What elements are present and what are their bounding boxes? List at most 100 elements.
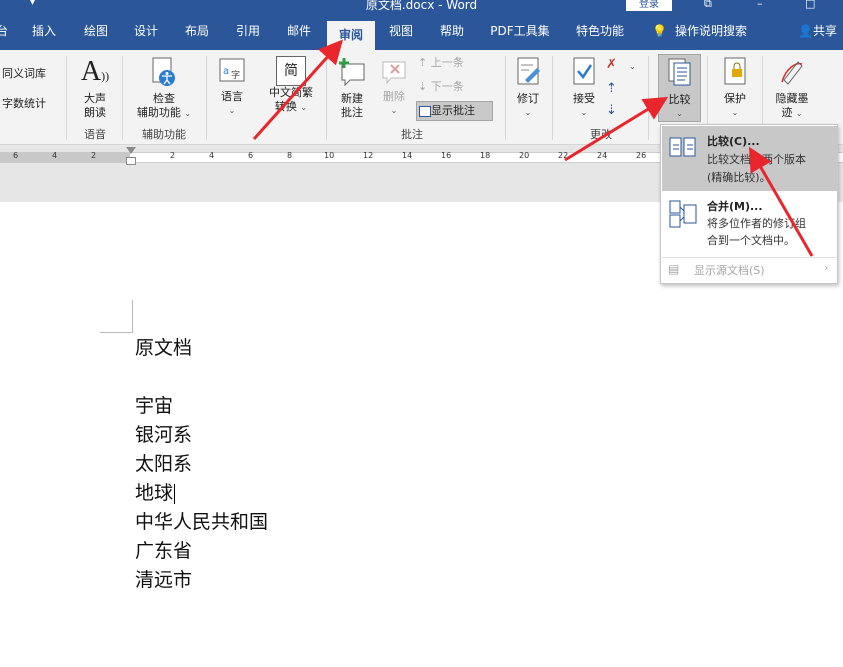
previous-comment-label: 上一条: [430, 56, 464, 69]
speech-group-label: 语音: [84, 128, 106, 141]
ribbon-tabs: 台 插入 绘图 设计 布局 引用 邮件 审阅 视图 帮助 PDF工具集 特色功能…: [0, 12, 843, 50]
maximize-icon[interactable]: □: [805, 0, 815, 10]
check-accessibility-label-2: 辅助功能 ⌄: [136, 106, 192, 119]
check-accessibility-button[interactable]: 检查 辅助功能 ⌄: [128, 56, 200, 121]
chevron-down-icon: ⌄: [228, 106, 236, 115]
protect-label: 保护: [724, 92, 746, 105]
group-separator: [122, 56, 123, 140]
tab-design[interactable]: 设计: [126, 12, 166, 50]
word-count-button[interactable]: 字数统计: [2, 97, 46, 111]
compare-documents-icon: [669, 137, 696, 157]
first-line-indent-marker[interactable]: [126, 147, 136, 155]
comments-group-label: 批注: [401, 128, 423, 141]
previous-comment-button[interactable]: ⇡ 上一条: [418, 56, 464, 70]
thesaurus-label: 同义词库: [2, 67, 46, 80]
track-changes-icon: [517, 57, 540, 85]
minimize-icon[interactable]: –: [757, 0, 763, 10]
hide-ink-label-1: 隐藏墨: [775, 92, 809, 105]
tab-references[interactable]: 引用: [228, 12, 268, 50]
tab-draw[interactable]: 绘图: [76, 12, 116, 50]
track-changes-button[interactable]: 修订 ⌄: [510, 56, 546, 120]
tab-special-features[interactable]: 特色功能: [572, 12, 628, 50]
new-comment-label-2: 批注: [341, 106, 363, 119]
tab-mailings[interactable]: 邮件: [279, 12, 319, 50]
group-separator: [552, 56, 553, 140]
title-bar: ▾ 原文档.docx - Word 登录 ⧉ – □: [0, 0, 843, 12]
doc-line[interactable]: 中华人民共和国: [135, 511, 268, 533]
track-changes-label: 修订: [517, 92, 539, 105]
margin-corner-mark: [132, 300, 133, 333]
doc-line[interactable]: 原文档: [135, 337, 192, 359]
tab-view[interactable]: 视图: [381, 12, 421, 50]
check-accessibility-label-1: 检查: [153, 92, 175, 105]
accept-icon: [573, 57, 595, 85]
doc-line-text: 地球: [135, 482, 174, 504]
delete-comment-button[interactable]: 删除 ⌄: [376, 56, 412, 118]
language-button[interactable]: a 字 语言 ⌄: [212, 56, 252, 118]
compare-button[interactable]: 比较 ⌄: [658, 54, 701, 122]
doc-line[interactable]: 银河系: [135, 424, 192, 446]
accept-button[interactable]: 接受 ⌄: [566, 56, 602, 120]
tab-review[interactable]: 审阅: [327, 21, 375, 50]
word-window: ▾ 原文档.docx - Word 登录 ⧉ – □ 台 插入 绘图 设计 布局…: [0, 0, 843, 667]
read-aloud-icon: A)): [80, 56, 110, 87]
compare-label: 比较: [668, 93, 691, 106]
thesaurus-button[interactable]: 同义词库: [2, 67, 46, 81]
show-comments-toggle[interactable]: 显示批注: [416, 101, 493, 121]
tab-partial[interactable]: 台: [0, 12, 12, 50]
tell-me-search[interactable]: 💡 操作说明搜索: [652, 12, 747, 50]
language-icon: a 字: [219, 58, 245, 82]
menu-item-combine[interactable]: 合并(M)... 将多位作者的修订组 合到一个文档中。: [662, 191, 838, 255]
next-change-icon[interactable]: ⇣: [606, 104, 617, 118]
menu-item-compare[interactable]: 比较(C)... 比较文档的两个版本 (精确比较)。: [662, 126, 838, 191]
margin-corner-mark: [100, 332, 133, 333]
reject-icon[interactable]: ✗: [606, 58, 617, 72]
person-icon: 👤: [798, 24, 813, 38]
previous-comment-icon: ⇡: [418, 56, 428, 69]
share-button[interactable]: 👤共享: [798, 12, 837, 50]
hide-ink-button[interactable]: 隐藏墨 迹 ⌄: [768, 56, 816, 121]
group-separator: [326, 56, 327, 140]
chevron-right-icon: ›: [824, 261, 829, 274]
chevron-down-icon: ⌄: [524, 108, 532, 117]
read-aloud-button[interactable]: A)) 大声 朗读: [74, 56, 116, 120]
conversion-label-1: 中文简繁: [269, 86, 313, 99]
combine-menu-desc-1: 将多位作者的修订组: [707, 217, 806, 230]
combine-menu-desc-2: 合到一个文档中。: [707, 234, 795, 247]
left-indent-marker[interactable]: [126, 157, 136, 165]
tab-layout[interactable]: 布局: [177, 12, 217, 50]
doc-line[interactable]: 宇宙: [135, 395, 173, 417]
chevron-down-icon: ⌄: [731, 108, 739, 117]
language-label: 语言: [221, 90, 243, 103]
protect-button[interactable]: 保护 ⌄: [715, 56, 755, 120]
new-comment-icon: [339, 58, 365, 87]
next-comment-button[interactable]: ⇣ 下一条: [418, 80, 464, 94]
chinese-conversion-button[interactable]: 简 中文简繁 转换 ⌄: [262, 56, 320, 115]
svg-text:字: 字: [231, 69, 240, 81]
new-comment-button[interactable]: 新建 批注: [332, 56, 372, 120]
menu-item-show-source[interactable]: ▤ 显示源文档(S) ›: [662, 259, 838, 281]
chevron-down-icon: ⌄: [629, 62, 636, 71]
combine-menu-title: 合并(M)...: [707, 200, 763, 213]
tab-help[interactable]: 帮助: [432, 12, 472, 50]
compare-icon: [668, 58, 690, 86]
previous-change-icon[interactable]: ⇡: [606, 82, 617, 96]
ribbon-display-icon[interactable]: ⧉: [704, 0, 712, 11]
conversion-label-2: 转换 ⌄: [274, 100, 308, 113]
new-comment-label-1: 新建: [341, 92, 363, 105]
conversion-icon: 简: [276, 56, 306, 86]
next-comment-label: 下一条: [430, 80, 464, 93]
tab-insert[interactable]: 插入: [24, 12, 64, 50]
word-count-label: 字数统计: [2, 97, 46, 110]
group-separator: [66, 56, 67, 140]
login-button[interactable]: 登录: [626, 0, 672, 11]
doc-line[interactable]: 太阳系: [135, 453, 192, 475]
tab-pdf-tools[interactable]: PDF工具集: [486, 12, 554, 50]
delete-comment-icon: [382, 61, 406, 85]
read-aloud-label-1: 大声: [84, 92, 106, 105]
doc-line[interactable]: 广东省: [135, 540, 192, 562]
share-label: 共享: [812, 24, 837, 38]
doc-line-with-cursor[interactable]: 地球: [135, 482, 176, 504]
chevron-down-icon: ⌄: [390, 106, 398, 115]
doc-line[interactable]: 清远市: [135, 569, 192, 591]
